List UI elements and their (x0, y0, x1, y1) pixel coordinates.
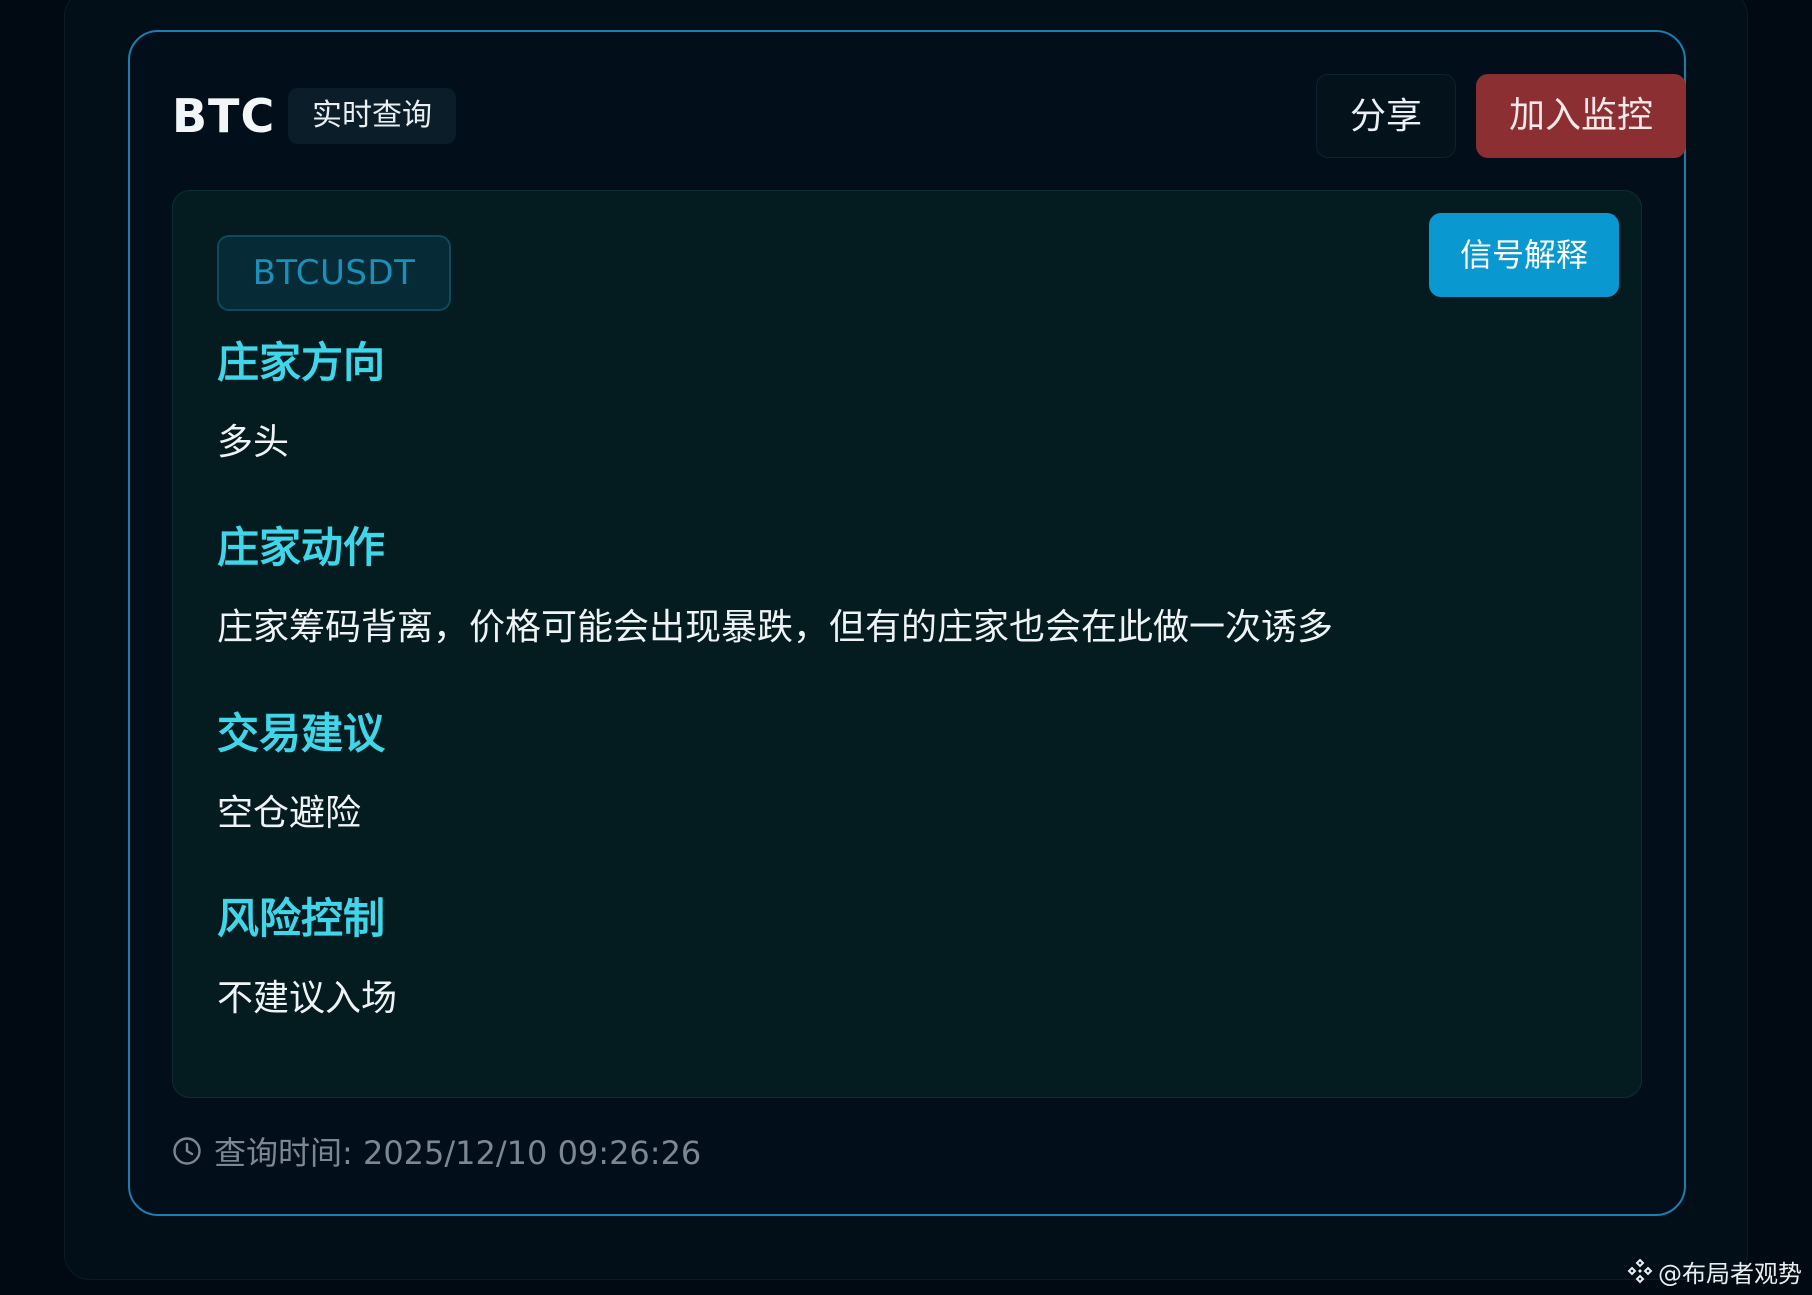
section-heading: 庄家动作 (217, 523, 386, 572)
card-header: BTC 实时查询 分享 加入监控 (172, 74, 1686, 158)
watermark: @布局者观势 (1626, 1255, 1802, 1288)
section-value: 多头 (217, 422, 290, 463)
symbol-title: BTC (172, 89, 276, 143)
trading-pair-chip: BTCUSDT (217, 235, 451, 311)
section-value: 不建议入场 (217, 978, 398, 1019)
section-dealer-direction: 庄家方向 多头 (217, 335, 385, 467)
add-monitor-button[interactable]: 加入监控 (1476, 74, 1686, 158)
share-button[interactable]: 分享 (1316, 74, 1456, 158)
clock-icon (173, 1137, 201, 1165)
signal-explain-button[interactable]: 信号解释 (1429, 213, 1619, 297)
section-trade-advice: 交易建议 空仓避险 (217, 706, 385, 838)
binance-diamond-icon (1627, 1258, 1653, 1284)
section-heading: 风险控制 (217, 894, 386, 943)
section-value: 空仓避险 (217, 793, 362, 834)
timestamp-text: 查询时间: 2025/12/10 09:26:26 (214, 1134, 702, 1172)
query-mode-badge: 实时查询 (288, 88, 456, 144)
signal-content-box: BTCUSDT 信号解释 庄家方向 多头 庄家动作 庄家筹码背离，价格可能会出现… (172, 190, 1642, 1098)
section-heading: 交易建议 (217, 709, 386, 758)
section-dealer-action: 庄家动作 庄家筹码背离，价格可能会出现暴跌，但有的庄家也会在此做一次诱多 (217, 520, 1333, 652)
section-value: 庄家筹码背离，价格可能会出现暴跌，但有的庄家也会在此做一次诱多 (217, 607, 1334, 648)
watermark-text: @布局者观势 (1658, 1259, 1802, 1288)
section-risk-control: 风险控制 不建议入场 (217, 891, 397, 1023)
query-timestamp: 查询时间: 2025/12/10 09:26:26 (172, 1130, 701, 1172)
section-heading: 庄家方向 (217, 338, 386, 387)
